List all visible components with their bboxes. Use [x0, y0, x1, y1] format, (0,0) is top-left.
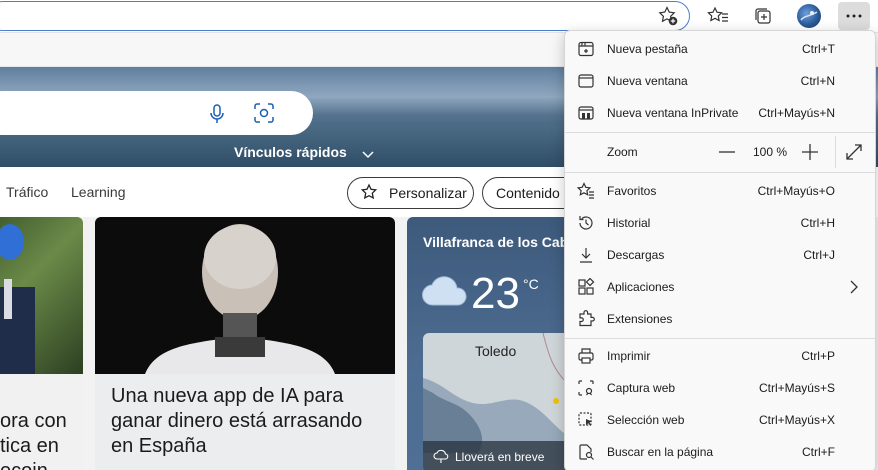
- print-icon: [578, 348, 594, 364]
- personalize-button[interactable]: Personalizar: [347, 177, 474, 209]
- find-in-page-icon: [579, 444, 594, 460]
- zoom-label: Zoom: [607, 145, 638, 159]
- menu-item-shortcut: Ctrl+Mayús+O: [757, 184, 835, 198]
- extensions-puzzle-icon: [579, 310, 595, 327]
- weather-temperature: 23: [471, 269, 520, 318]
- menu-item-label: Descargas: [607, 248, 665, 262]
- microphone-icon[interactable]: [209, 104, 225, 129]
- menu-item-label: Captura web: [607, 381, 676, 395]
- quick-links-label[interactable]: Vínculos rápidos: [234, 144, 347, 160]
- menu-item-label: Selección web: [607, 413, 685, 427]
- settings-more-button[interactable]: [838, 2, 870, 30]
- news-left-line: ecoin: [0, 459, 67, 470]
- menu-item-shortcut: Ctrl+Mayús+X: [758, 413, 835, 427]
- settings-menu: Nueva pestaña Ctrl+T Nueva ventana Ctrl+…: [564, 30, 876, 470]
- collections-icon[interactable]: [749, 3, 777, 29]
- content-label: Contenido: [496, 185, 560, 201]
- apps-icon: [578, 278, 595, 295]
- favorites-icon[interactable]: [704, 3, 732, 29]
- new-window-icon: [578, 74, 594, 88]
- weather-map[interactable]: Toledo Lloverá en breve: [423, 333, 573, 470]
- chevron-down-icon[interactable]: [362, 146, 374, 164]
- nav-item-trafico[interactable]: Tráfico: [6, 184, 48, 200]
- menu-item-shortcut: Ctrl+Mayús+N: [758, 106, 835, 120]
- zoom-out-icon[interactable]: [717, 143, 737, 161]
- weather-card[interactable]: Villafranca de los Caba 23 °C Toledo Llo…: [407, 217, 577, 470]
- menu-item-shortcut: Ctrl+P: [801, 349, 835, 363]
- menu-separator: [565, 338, 875, 339]
- news-left-line: tica en: [0, 435, 59, 457]
- web-capture-icon: [578, 380, 594, 396]
- news-left-line: ora con: [0, 410, 67, 432]
- menu-item-favorites[interactable]: Favoritos Ctrl+Mayús+O: [565, 175, 875, 207]
- menu-item-label: Aplicaciones: [607, 280, 675, 294]
- inprivate-icon: [578, 106, 594, 120]
- menu-separator: [565, 172, 875, 173]
- chevron-right-icon: [850, 280, 858, 294]
- menu-item-label: Historial: [607, 216, 651, 230]
- personalize-label: Personalizar: [389, 185, 467, 201]
- menu-item-label: Imprimir: [607, 349, 651, 363]
- news-image-left: [0, 217, 83, 377]
- more-dots-icon: [846, 14, 862, 18]
- cloud-icon: [421, 275, 469, 312]
- profile-avatar[interactable]: [797, 4, 821, 28]
- menu-item-extensions[interactable]: Extensiones: [565, 303, 875, 335]
- menu-separator: [565, 132, 875, 133]
- weather-forecast-bar: Lloverá en breve: [423, 441, 573, 470]
- menu-item-find[interactable]: Buscar en la página Ctrl+F: [565, 436, 875, 468]
- menu-item-shortcut: Ctrl+H: [800, 216, 835, 230]
- history-icon: [579, 216, 593, 230]
- zoom-divider: [835, 136, 836, 168]
- menu-item-shortcut: Ctrl+N: [800, 74, 835, 88]
- weather-map-label: Toledo: [475, 343, 517, 359]
- menu-item-web-select[interactable]: Selección web Ctrl+Mayús+X: [565, 404, 875, 436]
- menu-item-shortcut: Ctrl+Mayús+S: [758, 381, 835, 395]
- menu-item-label: Favoritos: [607, 184, 657, 198]
- menu-item-label: Extensiones: [607, 312, 673, 326]
- menu-item-shortcut: Ctrl+T: [802, 42, 835, 56]
- download-icon: [580, 248, 592, 263]
- zoom-in-icon[interactable]: [801, 143, 819, 161]
- weather-location: Villafranca de los Caba: [423, 234, 577, 250]
- menu-item-apps[interactable]: Aplicaciones: [565, 271, 875, 303]
- menu-item-label: Nueva ventana: [607, 74, 688, 88]
- menu-item-shortcut: Ctrl+J: [803, 248, 835, 262]
- favorites-star-icon: [577, 182, 594, 199]
- android-image: [95, 217, 395, 374]
- address-bar[interactable]: [0, 1, 690, 31]
- news-left-text: ora con tica en ecoin: [0, 409, 67, 470]
- news-card-ai[interactable]: Una nueva app de IA para ganar dinero es…: [95, 217, 395, 470]
- fullscreen-icon[interactable]: [845, 143, 863, 161]
- menu-item-label: Nueva pestaña: [607, 42, 688, 56]
- rain-cloud-icon: [433, 449, 449, 463]
- weather-forecast-text: Lloverá en breve: [455, 450, 545, 464]
- menu-item-history[interactable]: Historial Ctrl+H: [565, 207, 875, 239]
- star-edit-icon: [360, 183, 378, 200]
- news-card-left[interactable]: ora con tica en ecoin: [0, 217, 83, 470]
- weather-unit: °C: [523, 276, 539, 292]
- menu-item-web-capture[interactable]: Captura web Ctrl+Mayús+S: [565, 372, 875, 404]
- menu-item-print[interactable]: Imprimir Ctrl+P: [565, 340, 875, 372]
- menu-item-inprivate[interactable]: Nueva ventana InPrivate Ctrl+Mayús+N: [565, 97, 875, 129]
- web-select-icon: [578, 412, 592, 426]
- nav-item-learning[interactable]: Learning: [71, 184, 126, 200]
- visual-search-icon[interactable]: [253, 102, 275, 129]
- menu-item-label: Buscar en la página: [607, 445, 714, 459]
- search-box[interactable]: [0, 91, 313, 135]
- menu-item-label: Nueva ventana InPrivate: [607, 106, 739, 120]
- menu-item-downloads[interactable]: Descargas Ctrl+J: [565, 239, 875, 271]
- menu-item-new-window[interactable]: Nueva ventana Ctrl+N: [565, 65, 875, 97]
- menu-item-shortcut: Ctrl+F: [802, 445, 835, 459]
- add-favorite-icon[interactable]: [657, 5, 679, 27]
- new-tab-icon: [578, 41, 594, 57]
- news-ai-headline[interactable]: Una nueva app de IA para ganar dinero es…: [111, 384, 386, 459]
- menu-item-new-tab[interactable]: Nueva pestaña Ctrl+T: [565, 33, 875, 65]
- browser-toolbar: [0, 0, 878, 33]
- zoom-value: 100 %: [753, 145, 788, 159]
- menu-item-zoom: Zoom 100 %: [565, 136, 875, 168]
